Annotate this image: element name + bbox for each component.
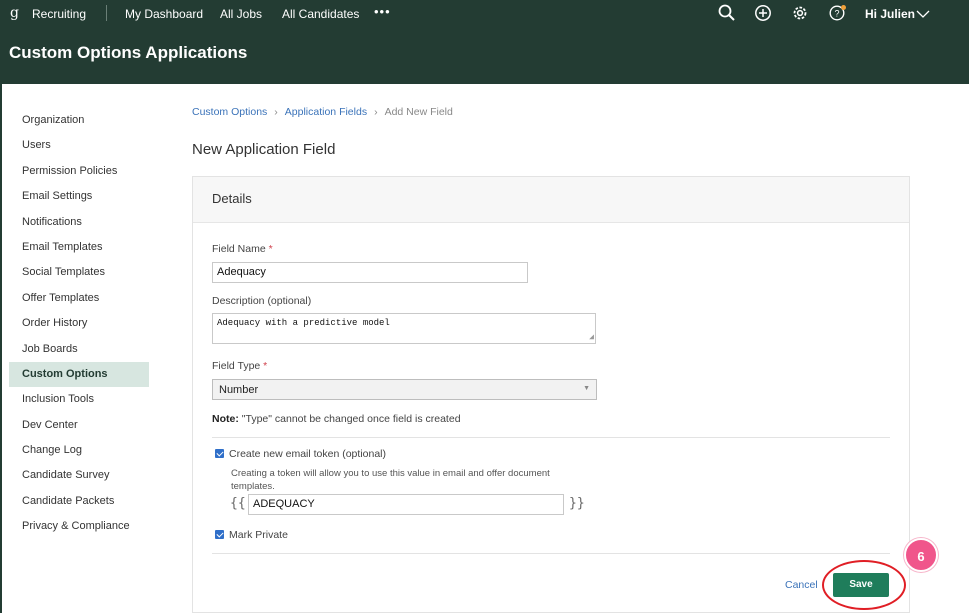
sidebar-item-inclusion-tools[interactable]: Inclusion Tools	[9, 387, 149, 412]
nav-divider	[106, 5, 107, 21]
sidebar-item-candidate-packets[interactable]: Candidate Packets	[9, 489, 149, 514]
email-token-input[interactable]: ADEQUACY	[248, 494, 564, 515]
token-open-brace: {{	[230, 496, 246, 511]
section-divider	[212, 437, 890, 438]
left-edge-strip	[0, 84, 2, 613]
sidebar-item-job-boards[interactable]: Job Boards	[9, 337, 149, 362]
sidebar-item-email-templates[interactable]: Email Templates	[9, 235, 149, 260]
help-icon[interactable]: ?	[829, 4, 849, 25]
type-note: Note: "Type" cannot be changed once fiel…	[212, 413, 461, 425]
nav-my-dashboard[interactable]: My Dashboard	[125, 7, 203, 21]
description-textarea[interactable]: Adequacy with a predictive model ◢	[212, 313, 596, 344]
logo-icon[interactable]: g	[10, 5, 19, 21]
breadcrumb-custom-options[interactable]: Custom Options	[192, 106, 267, 118]
dropdown-caret-icon: ▼	[583, 385, 590, 392]
email-token-help: Creating a token will allow you to use t…	[231, 468, 550, 492]
sidebar-item-custom-options[interactable]: Custom Options	[9, 361, 149, 388]
highlight-ring	[822, 560, 906, 610]
step-badge: 6	[904, 538, 938, 572]
settings-sidebar: Organization Users Permission Policies E…	[9, 108, 149, 540]
field-type-select[interactable]: Number ▼	[212, 379, 597, 400]
mark-private-checkbox[interactable]	[215, 530, 224, 539]
svg-text:?: ?	[834, 9, 839, 19]
footer-divider	[212, 553, 890, 554]
breadcrumb-separator: ›	[274, 106, 278, 118]
field-name-label: Field Name *	[212, 243, 273, 255]
page-title: New Application Field	[192, 141, 336, 158]
sidebar-item-social-templates[interactable]: Social Templates	[9, 260, 149, 285]
nav-all-candidates[interactable]: All Candidates	[282, 7, 359, 21]
more-menu-icon[interactable]: •••	[374, 4, 391, 19]
mark-private-label[interactable]: Mark Private	[229, 529, 288, 541]
card-title: Details	[212, 191, 252, 206]
sidebar-item-candidate-survey[interactable]: Candidate Survey	[9, 463, 149, 488]
description-value: Adequacy with a predictive model	[217, 318, 390, 328]
email-token-checkbox[interactable]	[215, 449, 224, 458]
breadcrumb-separator: ›	[374, 106, 378, 118]
field-type-label: Field Type *	[212, 360, 268, 372]
app-title: Custom Options Applications	[9, 43, 248, 62]
resize-handle-icon[interactable]: ◢	[589, 332, 594, 342]
description-label: Description (optional)	[212, 295, 312, 307]
sidebar-item-dev-center[interactable]: Dev Center	[9, 413, 149, 438]
gear-icon[interactable]	[791, 4, 809, 25]
cancel-button[interactable]: Cancel	[785, 579, 818, 591]
nav-all-jobs[interactable]: All Jobs	[220, 7, 262, 21]
top-nav: g Recruiting My Dashboard All Jobs All C…	[0, 0, 969, 27]
user-greeting[interactable]: Hi Julien	[865, 7, 915, 21]
breadcrumb: Custom Options › Application Fields › Add Ne…	[192, 106, 453, 118]
sidebar-item-permission-policies[interactable]: Permission Policies	[9, 159, 149, 184]
search-icon[interactable]	[718, 4, 736, 25]
sidebar-item-privacy-compliance[interactable]: Privacy & Compliance	[9, 514, 149, 539]
breadcrumb-application-fields[interactable]: Application Fields	[285, 106, 367, 118]
token-close-brace: }}	[569, 496, 585, 511]
sidebar-item-users[interactable]: Users	[9, 133, 149, 158]
chevron-down-icon[interactable]	[916, 8, 930, 22]
card-header: Details	[193, 177, 909, 223]
brand-label[interactable]: Recruiting	[32, 7, 86, 21]
field-name-input[interactable]: Adequacy	[212, 262, 528, 283]
sidebar-item-email-settings[interactable]: Email Settings	[9, 184, 149, 209]
breadcrumb-current: Add New Field	[384, 106, 453, 118]
add-icon[interactable]	[754, 4, 772, 25]
sidebar-item-change-log[interactable]: Change Log	[9, 438, 149, 463]
page-header: Custom Options Applications	[0, 27, 969, 84]
sidebar-item-offer-templates[interactable]: Offer Templates	[9, 286, 149, 311]
sidebar-item-organization[interactable]: Organization	[9, 108, 149, 133]
sidebar-item-order-history[interactable]: Order History	[9, 311, 149, 336]
field-type-value: Number	[219, 384, 259, 396]
email-token-label[interactable]: Create new email token (optional)	[229, 448, 386, 460]
sidebar-item-notifications[interactable]: Notifications	[9, 210, 149, 235]
